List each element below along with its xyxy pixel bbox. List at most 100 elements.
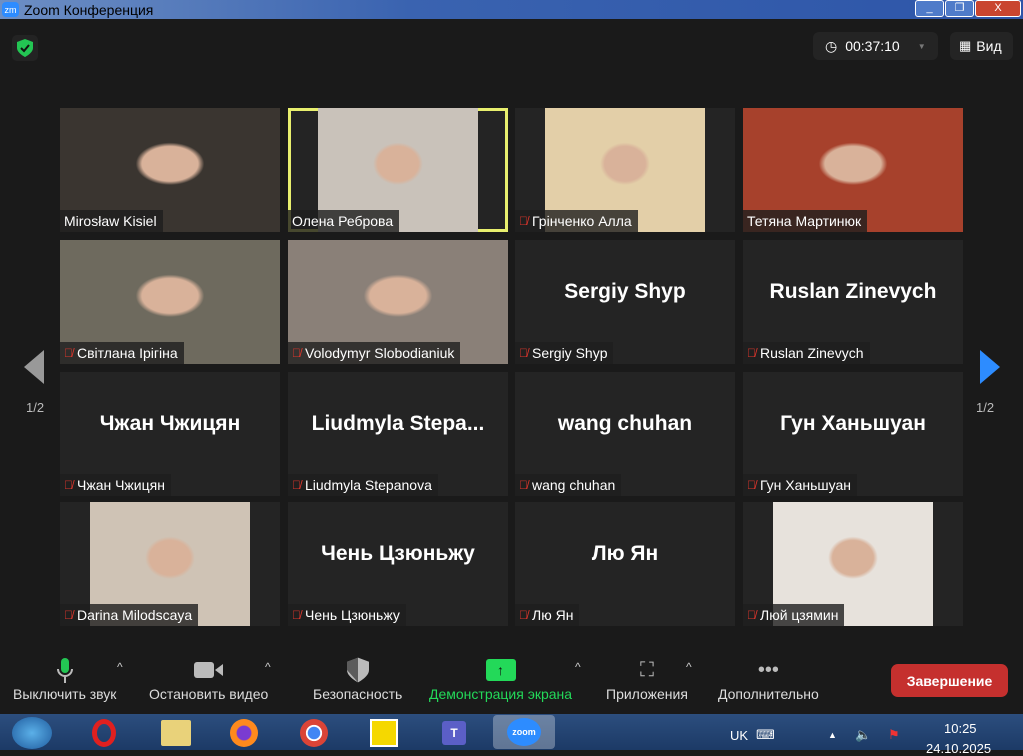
- bat-app-icon[interactable]: [366, 717, 402, 749]
- muted-mic-icon: 🎙̸: [292, 608, 301, 622]
- page-indicator-left: 1/2: [26, 400, 45, 415]
- maximize-button[interactable]: ❐: [945, 0, 974, 17]
- security-button[interactable]: Безопасность: [313, 654, 402, 702]
- windows-taskbar: T zoom UK ⌨ ▲ 🔈 ⚑ 10:25 24.10.2025: [0, 714, 1023, 756]
- muted-mic-icon: 🎙̸: [519, 346, 528, 360]
- participant-name: Darina Milodscaya: [77, 607, 193, 623]
- file-explorer-icon[interactable]: [158, 717, 194, 749]
- tray-expand-icon[interactable]: ▲: [828, 730, 837, 740]
- opera-icon[interactable]: [86, 717, 122, 749]
- participant-name: Тетяна Мартинюк: [747, 213, 862, 229]
- meeting-timer[interactable]: ◷ 00:37:10 ▼: [813, 32, 938, 60]
- participant-tile[interactable]: Гун Ханьшуан 🎙̸ Гун Ханьшуан: [743, 372, 963, 496]
- participant-name: Mirosław Kisiel: [64, 213, 157, 229]
- volume-icon[interactable]: 🔈: [855, 727, 871, 743]
- mute-label: Выключить звук: [13, 686, 117, 702]
- apps-options-caret[interactable]: ^: [686, 660, 692, 674]
- participant-tile[interactable]: Liudmyla Stepa... 🎙̸ Liudmyla Stepanova: [288, 372, 508, 496]
- participant-tile[interactable]: 🎙̸ Грінченко Алла: [515, 108, 735, 232]
- muted-mic-icon: 🎙̸: [747, 346, 756, 360]
- participant-tile[interactable]: 🎙̸ Darina Milodscaya: [60, 502, 280, 626]
- view-label: Вид: [976, 38, 1002, 54]
- chevron-down-icon: ▼: [917, 41, 926, 51]
- participant-tile[interactable]: Чень Цзюньжу 🎙̸ Чень Цзюньжу: [288, 502, 508, 626]
- participant-name: Олена Реброва: [292, 213, 394, 229]
- participant-tile[interactable]: Mirosław Kisiel: [60, 108, 280, 232]
- meeting-toolbar: Выключить звук ^ Остановить видео ^ Безо…: [0, 648, 1023, 714]
- participant-tile[interactable]: Олена Реброва: [288, 108, 508, 232]
- participant-tile[interactable]: Тетяна Мартинюк: [743, 108, 963, 232]
- action-center-flag-icon[interactable]: ⚑: [888, 727, 900, 743]
- participant-tile[interactable]: 🎙̸ Volodymyr Slobodianiuk: [288, 240, 508, 364]
- participant-name: Люй цзямин: [760, 607, 839, 623]
- participant-tile[interactable]: Лю Ян 🎙̸ Лю Ян: [515, 502, 735, 626]
- close-button[interactable]: X: [975, 0, 1021, 17]
- prev-page-arrow[interactable]: [24, 350, 44, 384]
- muted-mic-icon: 🎙̸: [292, 346, 301, 360]
- participant-name-large: Чжан Чжицян: [99, 412, 241, 435]
- more-label: Дополнительно: [718, 686, 819, 702]
- clock-date[interactable]: 24.10.2025: [926, 741, 991, 756]
- apps-button[interactable]: ⛶ Приложения: [606, 654, 688, 703]
- next-page-arrow[interactable]: [980, 350, 1000, 384]
- participant-name: Чжан Чжицян: [77, 477, 165, 493]
- share-screen-icon: ↑: [485, 654, 516, 686]
- share-options-caret[interactable]: ^: [575, 660, 581, 674]
- muted-mic-icon: 🎙̸: [519, 214, 528, 228]
- participant-name: Світлана Ірігіна: [77, 345, 178, 361]
- minimize-button[interactable]: _: [915, 0, 944, 17]
- mute-button[interactable]: Выключить звук: [13, 654, 116, 702]
- participant-name-label: 🎙̸ Sergiy Shyp: [515, 342, 614, 364]
- participant-name-label: 🎙̸ Грінченко Алла: [515, 210, 638, 232]
- video-options-caret[interactable]: ^: [265, 660, 271, 674]
- more-dots-icon: •••: [757, 658, 779, 681]
- chrome-icon[interactable]: [296, 717, 332, 749]
- muted-mic-icon: 🎙̸: [292, 478, 301, 492]
- share-screen-button[interactable]: ↑ Демонстрация экрана: [429, 654, 572, 702]
- firefox-icon[interactable]: [226, 717, 262, 749]
- participant-name-label: 🎙̸ Ruslan Zinevych: [743, 342, 870, 364]
- zoom-taskbar-button[interactable]: zoom: [493, 715, 555, 749]
- participant-tile[interactable]: 🎙̸ Люй цзямин: [743, 502, 963, 626]
- end-meeting-button[interactable]: Завершение: [891, 664, 1008, 697]
- more-button[interactable]: ••• Дополнительно: [718, 654, 819, 703]
- participant-name-large: Гун Ханьшуан: [780, 412, 926, 435]
- timer-value: 00:37:10: [845, 38, 900, 54]
- participant-name-label: Олена Реброва: [288, 210, 400, 232]
- participant-tile[interactable]: 🎙̸ Світлана Ірігіна: [60, 240, 280, 364]
- muted-mic-icon: 🎙̸: [747, 478, 756, 492]
- stop-video-button[interactable]: Остановить видео: [149, 654, 268, 702]
- participant-name-label: 🎙̸ wang chuhan: [515, 474, 622, 496]
- view-button[interactable]: ▦ Вид: [950, 32, 1013, 60]
- apps-label: Приложения: [606, 686, 688, 702]
- participant-name: Гун Ханьшуан: [760, 477, 852, 493]
- participant-tile[interactable]: Чжан Чжицян 🎙̸ Чжан Чжицян: [60, 372, 280, 496]
- zoom-logo-icon: zm: [2, 2, 19, 17]
- participant-name-label: Mirosław Kisiel: [60, 210, 163, 232]
- participant-name-large: wang chuhan: [557, 412, 693, 435]
- language-indicator[interactable]: UK: [730, 728, 748, 743]
- participant-name: Sergiy Shyp: [532, 345, 608, 361]
- muted-mic-icon: 🎙̸: [64, 478, 73, 492]
- encryption-shield-icon[interactable]: [12, 35, 38, 61]
- start-button[interactable]: [12, 717, 52, 749]
- video-camera-icon: [193, 654, 224, 686]
- participant-name-label: 🎙̸ Лю Ян: [515, 604, 580, 626]
- participant-name-large: Чень Цзюньжу: [321, 542, 475, 565]
- participant-name-label: Тетяна Мартинюк: [743, 210, 868, 232]
- audio-options-caret[interactable]: ^: [117, 660, 123, 674]
- participant-name: Volodymyr Slobodianiuk: [305, 345, 455, 361]
- title-bar: zm Zoom Конференция _ ❐ X: [0, 0, 1023, 19]
- participant-tile[interactable]: Ruslan Zinevych 🎙̸ Ruslan Zinevych: [743, 240, 963, 364]
- clock-time[interactable]: 10:25: [944, 721, 977, 736]
- participant-name-large: Лю Ян: [591, 542, 659, 565]
- participant-tile[interactable]: Sergiy Shyp 🎙̸ Sergiy Shyp: [515, 240, 735, 364]
- share-label: Демонстрация экрана: [429, 686, 573, 702]
- participant-tile[interactable]: wang chuhan 🎙̸ wang chuhan: [515, 372, 735, 496]
- teams-icon[interactable]: T: [436, 717, 472, 749]
- participant-name-large: Liudmyla Stepa...: [311, 412, 485, 435]
- participant-name: Liudmyla Stepanova: [305, 477, 432, 493]
- clock-icon: ◷: [825, 37, 838, 54]
- participant-name-large: Sergiy Shyp: [564, 280, 686, 303]
- apps-icon: ⛶: [639, 658, 654, 681]
